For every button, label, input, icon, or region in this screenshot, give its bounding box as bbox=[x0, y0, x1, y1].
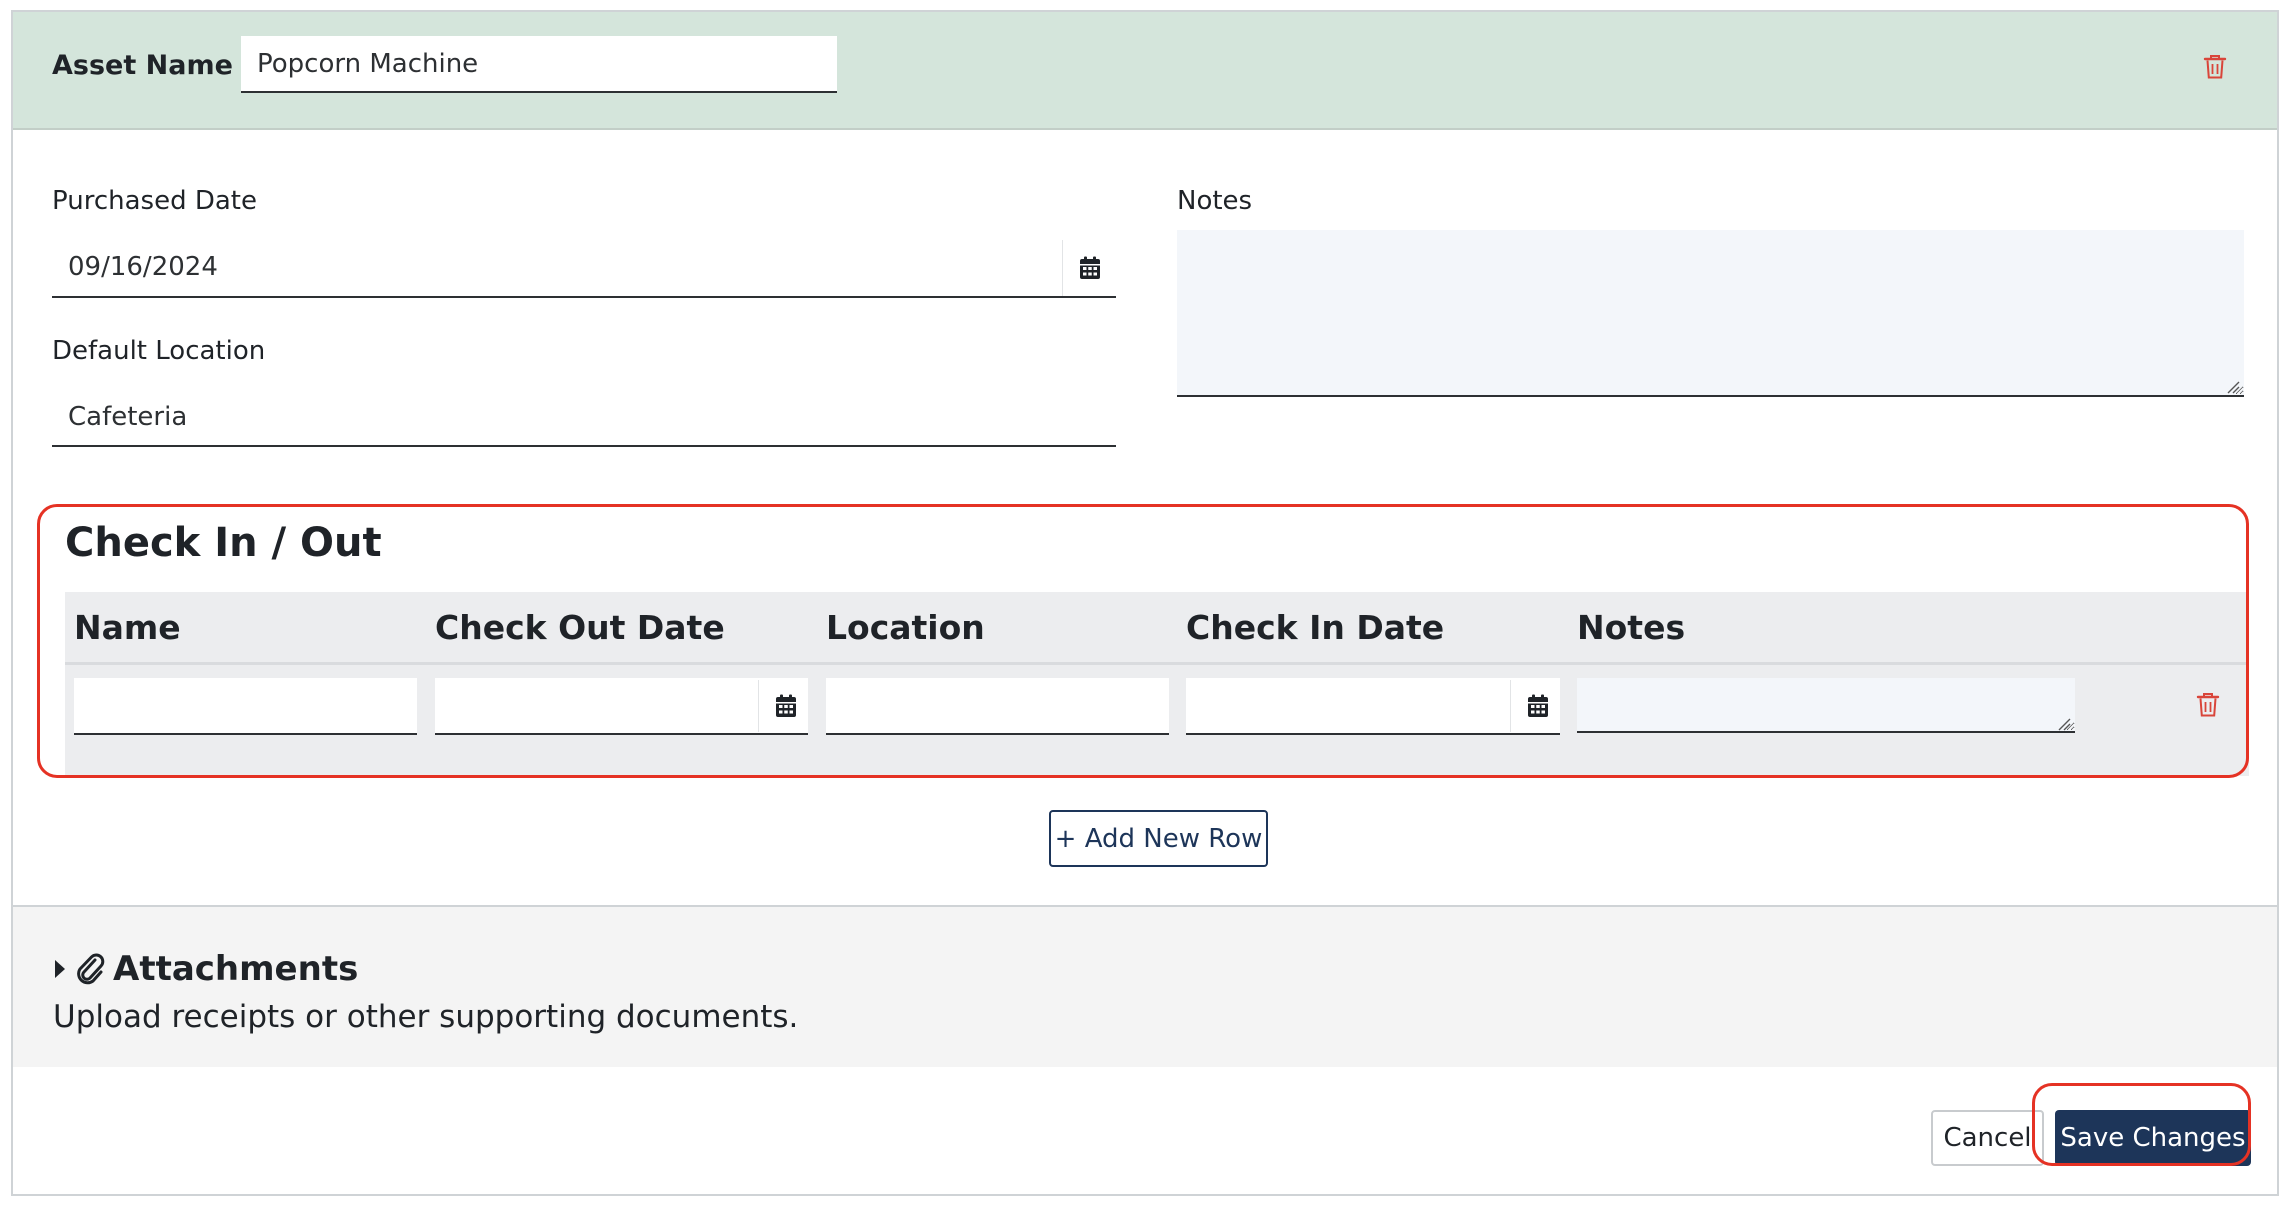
purchased-date-calendar-icon[interactable] bbox=[1062, 240, 1116, 296]
column-header-notes: Notes bbox=[1577, 608, 1686, 647]
asset-name-label: Asset Name bbox=[52, 50, 233, 81]
column-header-check-in-date: Check In Date bbox=[1186, 608, 1445, 647]
row-check-in-date-input[interactable] bbox=[1186, 678, 1560, 735]
row-check-out-date-input[interactable] bbox=[435, 678, 808, 735]
default-location-input[interactable] bbox=[52, 388, 1116, 447]
row-name-input[interactable] bbox=[74, 678, 417, 735]
cancel-button[interactable]: Cancel bbox=[1931, 1110, 2044, 1166]
purchased-date-label: Purchased Date bbox=[52, 186, 257, 216]
column-header-check-out-date: Check Out Date bbox=[435, 608, 725, 647]
paperclip-icon bbox=[77, 953, 105, 985]
row-notes-textarea[interactable] bbox=[1577, 678, 2075, 733]
attachments-description: Upload receipts or other supporting docu… bbox=[53, 999, 799, 1035]
delete-asset-trash-icon[interactable] bbox=[2203, 54, 2227, 80]
save-changes-button[interactable]: Save Changes bbox=[2055, 1110, 2251, 1166]
row-location-input[interactable] bbox=[826, 678, 1169, 735]
attachments-toggle[interactable]: Attachments bbox=[53, 949, 358, 989]
check-in-date-calendar-icon[interactable] bbox=[1510, 680, 1564, 732]
check-in-out-table-header: Name Check Out Date Location Check In Da… bbox=[65, 592, 2249, 665]
caret-right-icon bbox=[55, 960, 65, 978]
purchased-date-input[interactable] bbox=[52, 238, 1116, 298]
notes-resize-grip-icon[interactable] bbox=[2226, 380, 2240, 394]
notes-label: Notes bbox=[1177, 186, 1253, 216]
attachments-section: Attachments Upload receipts or other sup… bbox=[13, 905, 2277, 1067]
add-new-row-button[interactable]: + Add New Row bbox=[1049, 810, 1268, 867]
notes-textarea[interactable] bbox=[1177, 230, 2244, 397]
asset-name-input[interactable] bbox=[241, 36, 837, 93]
asset-header: Asset Name bbox=[13, 12, 2277, 130]
default-location-label: Default Location bbox=[52, 336, 266, 366]
asset-edit-card: Asset Name Purchased Date Default Locati… bbox=[11, 10, 2279, 1196]
column-header-location: Location bbox=[826, 608, 985, 647]
attachments-title: Attachments bbox=[113, 949, 359, 989]
column-header-name: Name bbox=[74, 608, 181, 647]
check-in-out-title: Check In / Out bbox=[65, 520, 382, 566]
row-notes-resize-grip-icon[interactable] bbox=[2057, 717, 2071, 731]
check-out-date-calendar-icon[interactable] bbox=[758, 680, 812, 732]
delete-row-trash-icon[interactable] bbox=[2196, 692, 2220, 718]
check-in-out-table: Name Check Out Date Location Check In Da… bbox=[65, 592, 2249, 776]
